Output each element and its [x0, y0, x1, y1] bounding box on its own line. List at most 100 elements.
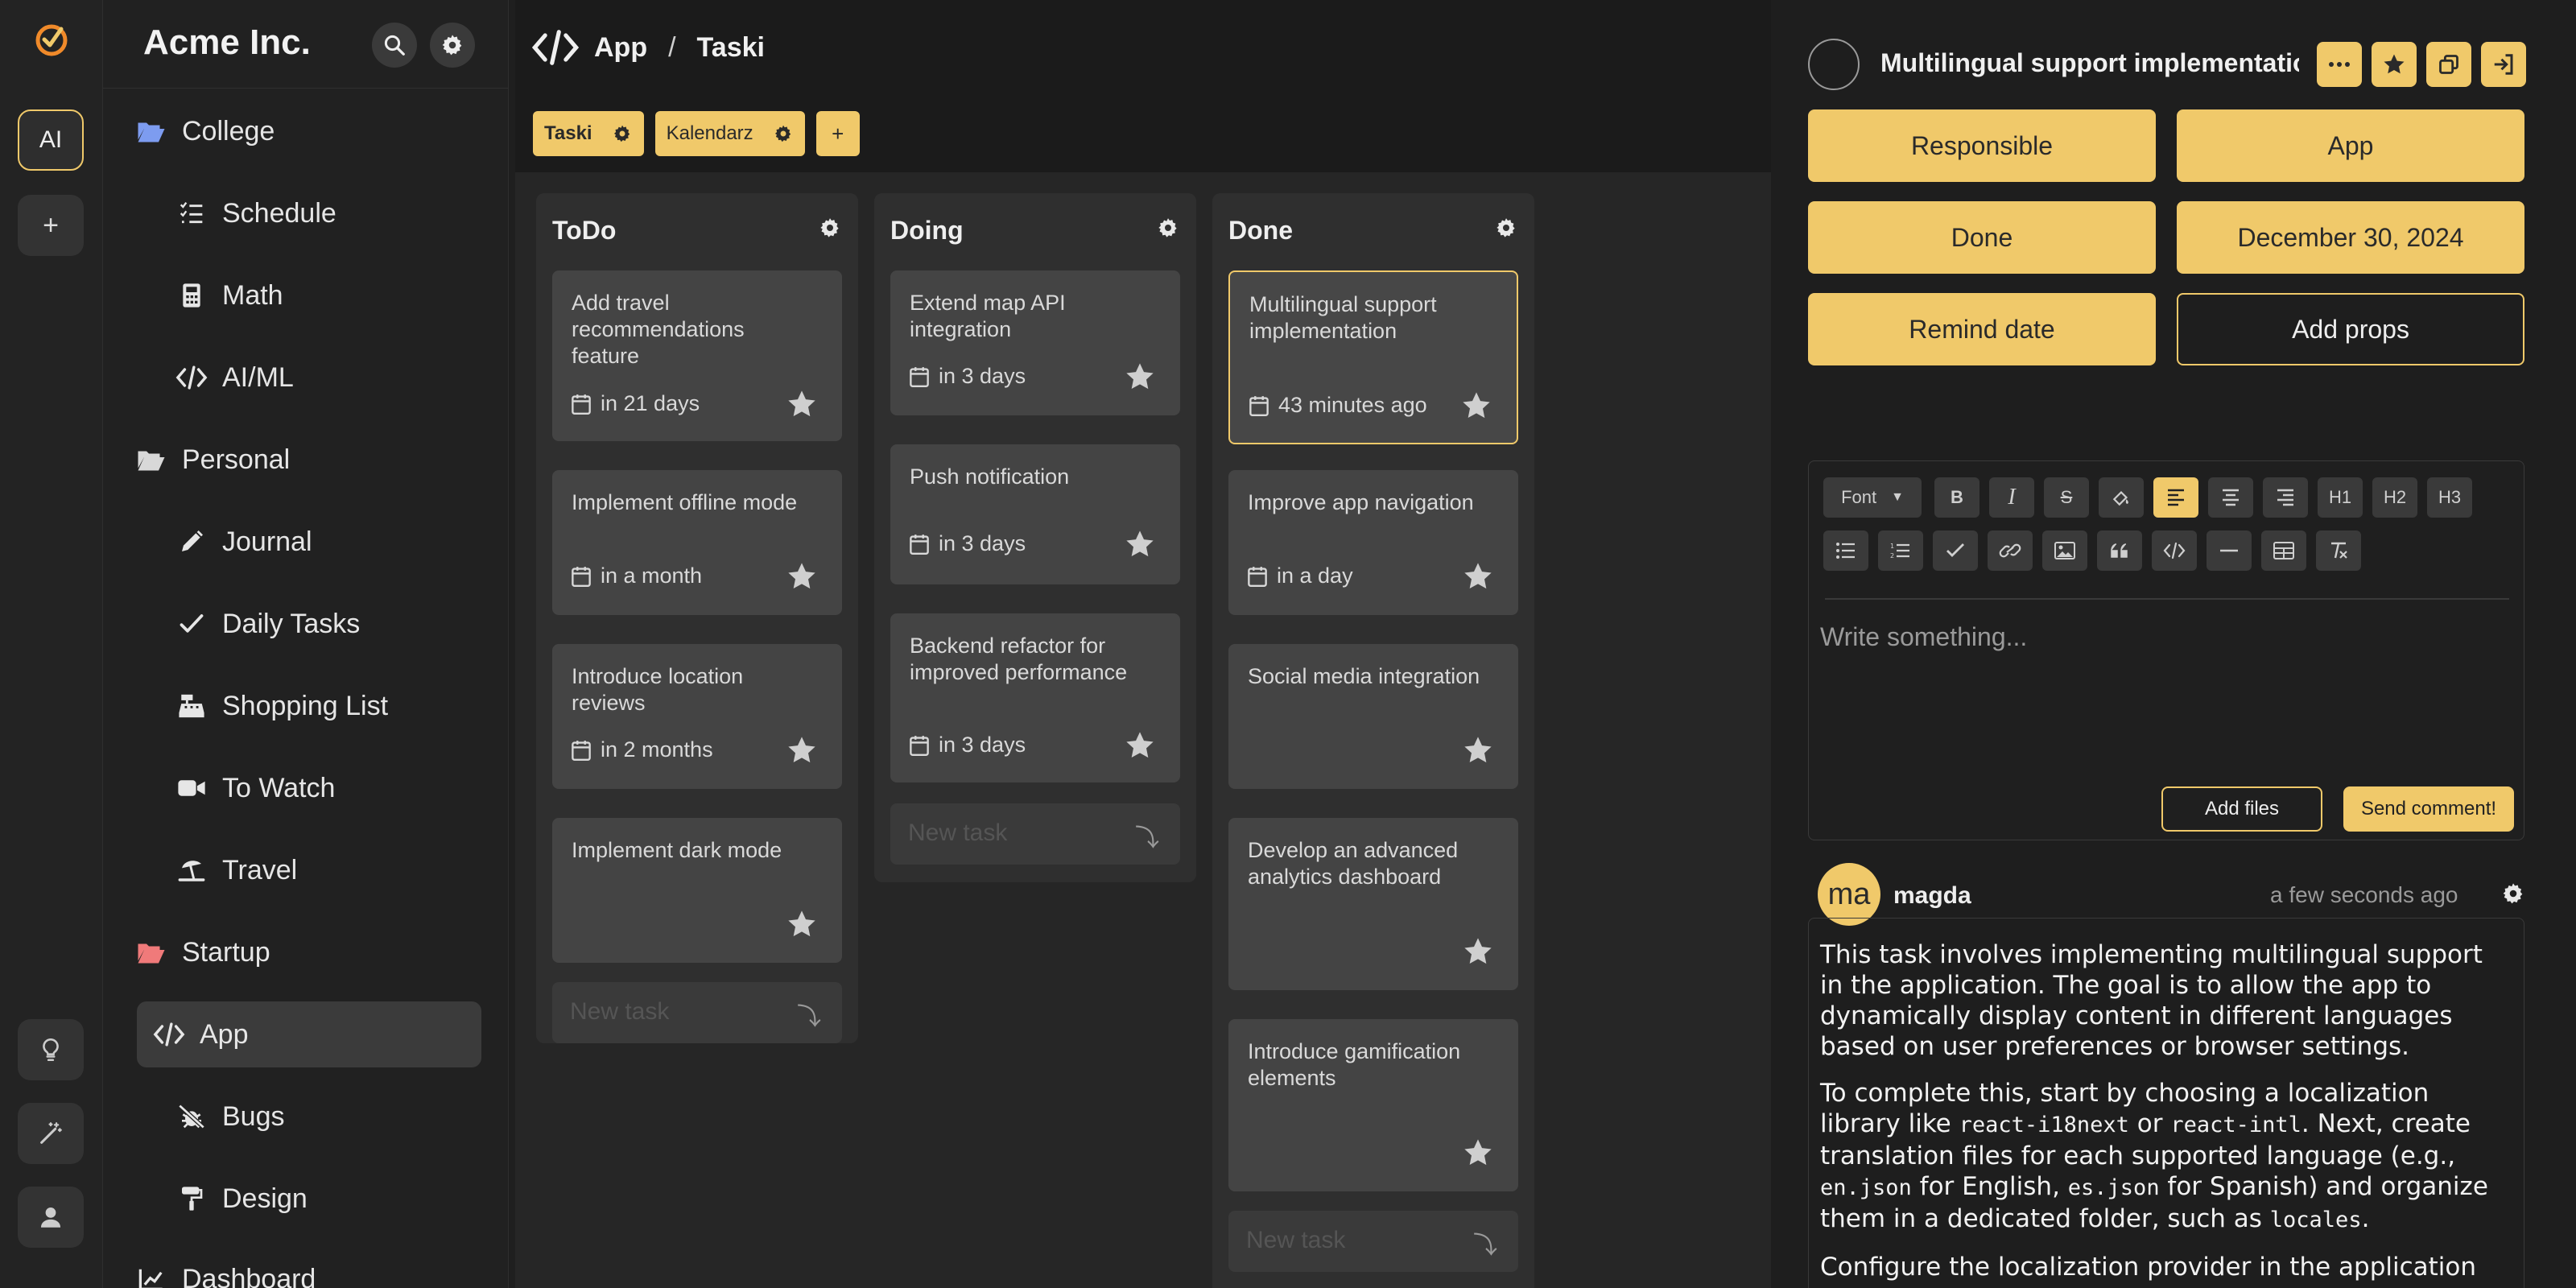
link-icon[interactable]	[1988, 530, 2033, 571]
sidebar-item-math[interactable]: Math	[135, 262, 481, 328]
image-icon[interactable]	[2042, 530, 2087, 571]
complete-toggle[interactable]	[1808, 39, 1860, 90]
heading-2-button[interactable]: H2	[2372, 477, 2417, 518]
new-task-input[interactable]: New task ⤵	[1228, 1211, 1518, 1272]
gear-icon[interactable]	[818, 216, 842, 240]
code-block-icon[interactable]	[2152, 530, 2197, 571]
lightbulb-icon[interactable]	[18, 1019, 84, 1080]
enter-icon[interactable]: ⤵	[1135, 818, 1159, 853]
star-icon[interactable]	[786, 560, 818, 592]
more-options-button[interactable]	[2317, 42, 2362, 87]
quote-icon[interactable]	[2097, 530, 2142, 571]
star-icon[interactable]	[1124, 729, 1156, 762]
sidebar-item-design[interactable]: Design	[135, 1166, 481, 1232]
remind-date-button[interactable]: Remind date	[1808, 293, 2156, 365]
sidebar-folder-college[interactable]: College	[135, 98, 481, 164]
sidebar-item-bugs[interactable]: Bugs	[135, 1084, 481, 1150]
highlight-icon[interactable]	[2099, 477, 2144, 518]
breadcrumb-project[interactable]: App	[594, 32, 647, 64]
table-icon[interactable]	[2261, 530, 2306, 571]
font-select[interactable]: Font ▼	[1823, 477, 1922, 518]
task-detail-title[interactable]: Multilingual support implementation	[1880, 48, 2299, 78]
task-card[interactable]: Implement offline mode in a month	[552, 470, 842, 615]
due-date-button[interactable]: December 30, 2024	[2177, 201, 2524, 274]
align-right-icon[interactable]	[2263, 477, 2308, 518]
star-icon[interactable]	[1124, 528, 1156, 560]
star-icon[interactable]	[786, 908, 818, 940]
star-icon[interactable]	[1462, 935, 1494, 968]
star-icon[interactable]	[1462, 1137, 1494, 1169]
sidebar-item-to-watch[interactable]: To Watch	[135, 755, 481, 821]
align-left-icon[interactable]	[2153, 477, 2198, 518]
task-list-icon[interactable]	[1933, 530, 1978, 571]
duplicate-button[interactable]	[2426, 42, 2471, 87]
search-button[interactable]	[372, 23, 417, 68]
add-workspace-button[interactable]: +	[18, 195, 84, 256]
task-card[interactable]: Backend refactor for improved performanc…	[890, 613, 1180, 782]
send-comment-button[interactable]: Send comment!	[2343, 786, 2514, 832]
sidebar-item-app[interactable]: App	[137, 1001, 481, 1067]
breadcrumb-page[interactable]: Taski	[697, 32, 765, 64]
comment-textarea[interactable]: Write something...	[1820, 622, 2027, 652]
project-button[interactable]: App	[2177, 109, 2524, 182]
sidebar-item-ai-ml[interactable]: AI/ML	[135, 345, 481, 411]
sidebar-item-daily-tasks[interactable]: Daily Tasks	[135, 591, 481, 657]
sidebar-item-schedule[interactable]: Schedule	[135, 180, 481, 246]
settings-button[interactable]	[430, 23, 475, 68]
app-logo-icon[interactable]	[32, 19, 71, 58]
bold-icon[interactable]: B	[1934, 477, 1979, 518]
favorite-button[interactable]	[2372, 42, 2417, 87]
new-task-input[interactable]: New task ⤵	[552, 982, 842, 1043]
star-icon[interactable]	[1462, 560, 1494, 592]
task-card[interactable]: Social media integration	[1228, 644, 1518, 789]
clear-format-icon[interactable]	[2316, 530, 2361, 571]
gear-icon[interactable]	[2500, 881, 2526, 906]
sidebar-item-travel[interactable]: Travel	[135, 837, 481, 903]
align-center-icon[interactable]	[2208, 477, 2253, 518]
add-tab-button[interactable]: +	[815, 111, 860, 156]
star-icon[interactable]	[1460, 390, 1492, 422]
add-files-button[interactable]: Add files	[2161, 786, 2322, 832]
task-card[interactable]: Introduce gamification elements	[1228, 1019, 1518, 1191]
star-icon[interactable]	[1462, 734, 1494, 766]
sidebar-item-journal[interactable]: Journal	[135, 509, 481, 575]
responsible-button[interactable]: Responsible	[1808, 109, 2156, 182]
ordered-list-icon[interactable]: 12	[1878, 530, 1923, 571]
tab-taski[interactable]: Taski	[533, 111, 644, 156]
gear-icon[interactable]	[1156, 216, 1180, 240]
calculator-icon	[175, 279, 208, 312]
star-icon[interactable]	[1124, 361, 1156, 393]
gear-icon[interactable]	[1494, 216, 1518, 240]
star-icon[interactable]	[786, 388, 818, 420]
heading-1-button[interactable]: H1	[2318, 477, 2363, 518]
bullet-list-icon[interactable]	[1823, 530, 1868, 571]
task-card[interactable]: Develop an advanced analytics dashboard	[1228, 818, 1518, 990]
close-panel-button[interactable]	[2481, 42, 2526, 87]
sidebar-folder-dashboard[interactable]: Dashboard	[135, 1246, 481, 1288]
task-card[interactable]: Implement dark mode	[552, 818, 842, 963]
task-card[interactable]: Introduce location reviews in 2 months	[552, 644, 842, 789]
horizontal-rule-icon[interactable]	[2207, 530, 2252, 571]
task-card[interactable]: Push notification in 3 days	[890, 444, 1180, 584]
ai-button[interactable]: AI	[18, 109, 84, 171]
strikethrough-icon[interactable]: S	[2044, 477, 2089, 518]
avatar[interactable]: ma	[1818, 863, 1880, 926]
sidebar-folder-personal[interactable]: Personal	[135, 427, 481, 493]
enter-icon[interactable]: ⤵	[797, 997, 821, 1032]
enter-icon[interactable]: ⤵	[1473, 1225, 1497, 1261]
task-card[interactable]: Improve app navigation in a day	[1228, 470, 1518, 615]
tab-kalendarz[interactable]: Kalendarz	[654, 111, 805, 156]
italic-icon[interactable]: I	[1989, 477, 2034, 518]
user-icon[interactable]	[18, 1187, 84, 1248]
sidebar-folder-startup[interactable]: Startup	[135, 919, 481, 985]
magic-wand-icon[interactable]	[18, 1103, 84, 1164]
sidebar-item-shopping-list[interactable]: Shopping List	[135, 673, 481, 739]
star-icon[interactable]	[786, 734, 818, 766]
new-task-input[interactable]: New task ⤵	[890, 803, 1180, 865]
task-card-selected[interactable]: Multilingual support implementation 43 m…	[1228, 270, 1518, 444]
add-props-button[interactable]: Add props	[2177, 293, 2524, 365]
task-card[interactable]: Extend map API integration in 3 days	[890, 270, 1180, 415]
heading-3-button[interactable]: H3	[2427, 477, 2472, 518]
status-button[interactable]: Done	[1808, 201, 2156, 274]
task-card[interactable]: Add travel recommendations feature in 21…	[552, 270, 842, 441]
